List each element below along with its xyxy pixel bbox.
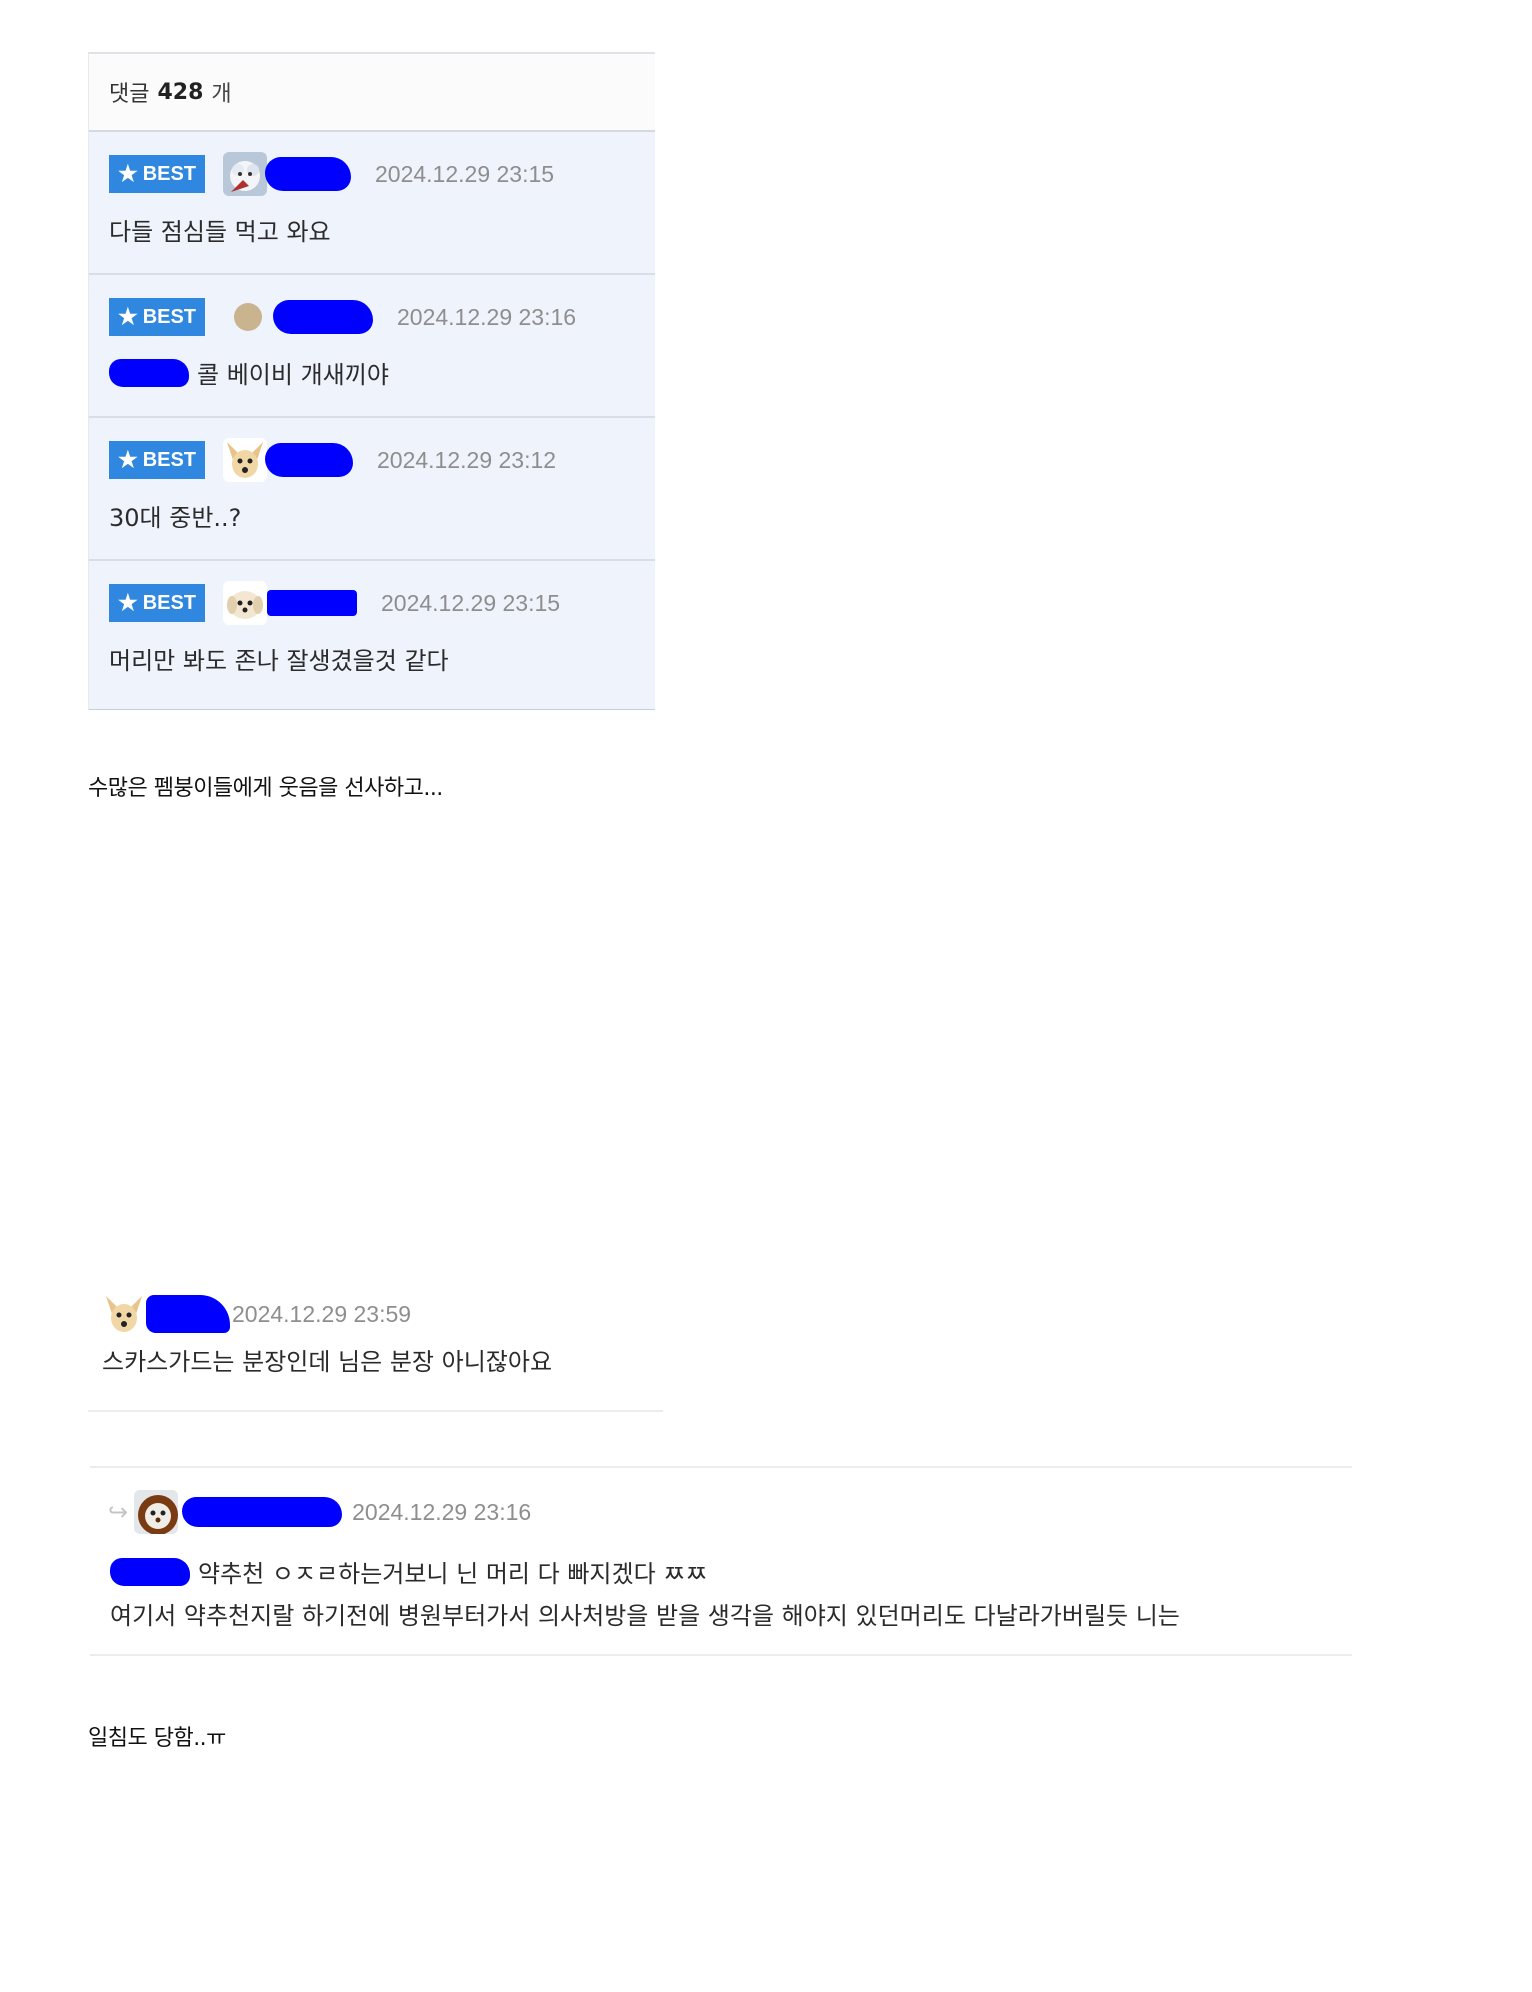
star-icon: ★ (117, 447, 138, 472)
comment-text: 머리만 봐도 존나 잘생겼을것 같다 (109, 647, 449, 675)
star-icon: ★ (117, 304, 138, 329)
comment-date: 2024.12.29 23:59 (232, 1300, 412, 1327)
redacted-mention (109, 358, 189, 387)
star-icon: ★ (117, 161, 138, 186)
best-comment-item: ★ BEST 2024.12.29 23:12 30대 중반..? (89, 418, 655, 561)
redacted-username[interactable] (146, 1295, 230, 1333)
comment-count-header: 댓글 428 개 (89, 54, 655, 132)
chihuahua-avatar[interactable] (102, 1292, 146, 1336)
comment-text: 30대 중반..? (109, 504, 242, 532)
comment-text-row: 약추천 ㅇㅈㄹ하는거보니 닌 머리 다 빠지겠다 ㅉㅉ (110, 1554, 707, 1589)
redacted-username[interactable] (265, 443, 353, 477)
comment-text: 콜 베이비 개새끼야 (197, 361, 389, 389)
puppy-avatar[interactable] (223, 581, 267, 625)
comment-text: 다들 점심들 먹고 와요 (109, 218, 331, 246)
best-badge: ★ BEST (109, 298, 205, 336)
comment-date: 2024.12.29 23:15 (381, 589, 561, 616)
post-caption: 일침도 당함..ㅠ (88, 1726, 226, 1751)
best-comments-panel: 댓글 428 개 ★ BEST 2024.12.29 23:15 다들 점심들 … (88, 52, 655, 710)
comment-count-unit: 개 (211, 82, 232, 107)
redacted-username[interactable] (273, 300, 373, 334)
comment-date: 2024.12.29 23:12 (377, 446, 557, 473)
best-comment-item: ★ BEST 2024.12.29 23:15 머리만 봐도 존나 잘생겼을것 … (89, 561, 655, 710)
reply-arrow-icon: ↪ (108, 1498, 129, 1526)
comment-text-line2: 여기서 약추천지랄 하기전에 병원부터가서 의사처방을 받을 생각을 해야지 있… (110, 1602, 1180, 1630)
white-fluffy-avatar[interactable] (223, 152, 267, 196)
star-icon: ★ (117, 590, 138, 615)
reply-comment: 2024.12.29 23:59 스카스가드는 분장인데 님은 분장 아니잖아요 (88, 1280, 663, 1412)
best-comment-item: ★ BEST 2024.12.29 23:16 콜 베이비 개새끼야 (89, 275, 655, 418)
comment-text-row: 콜 베이비 개새끼야 (109, 355, 655, 390)
comment-text: 스카스가드는 분장인데 님은 분장 아니잖아요 (102, 1348, 553, 1376)
comment-date: 2024.12.29 23:16 (397, 303, 577, 330)
best-comment-item: ★ BEST 2024.12.29 23:15 다들 점심들 먹고 와요 (89, 132, 655, 275)
comment-date: 2024.12.29 23:15 (375, 160, 555, 187)
redacted-mention (110, 1557, 190, 1586)
comment-date: 2024.12.29 23:16 (352, 1498, 532, 1525)
tan-circle-avatar[interactable] (233, 300, 267, 334)
best-badge: ★ BEST (109, 584, 205, 622)
best-badge: ★ BEST (109, 441, 205, 479)
redacted-username[interactable] (265, 157, 351, 191)
comment-text: 약추천 ㅇㅈㄹ하는거보니 닌 머리 다 빠지겠다 ㅉㅉ (198, 1560, 708, 1588)
lion-avatar[interactable] (134, 1490, 179, 1534)
redacted-username[interactable] (182, 1497, 343, 1527)
chihuahua-avatar[interactable] (223, 438, 267, 482)
post-caption: 수많은 펨붕이들에게 웃음을 선사하고... (88, 776, 443, 801)
comment-label: 댓글 (109, 82, 150, 107)
best-badge: ★ BEST (109, 155, 205, 193)
reply-comment: ↪ 2024.12.29 23:16 약추천 ㅇㅈㄹ하는거보니 닌 머리 다 빠… (90, 1466, 1352, 1656)
redacted-username[interactable] (267, 590, 357, 616)
comment-count: 428 (157, 79, 204, 105)
